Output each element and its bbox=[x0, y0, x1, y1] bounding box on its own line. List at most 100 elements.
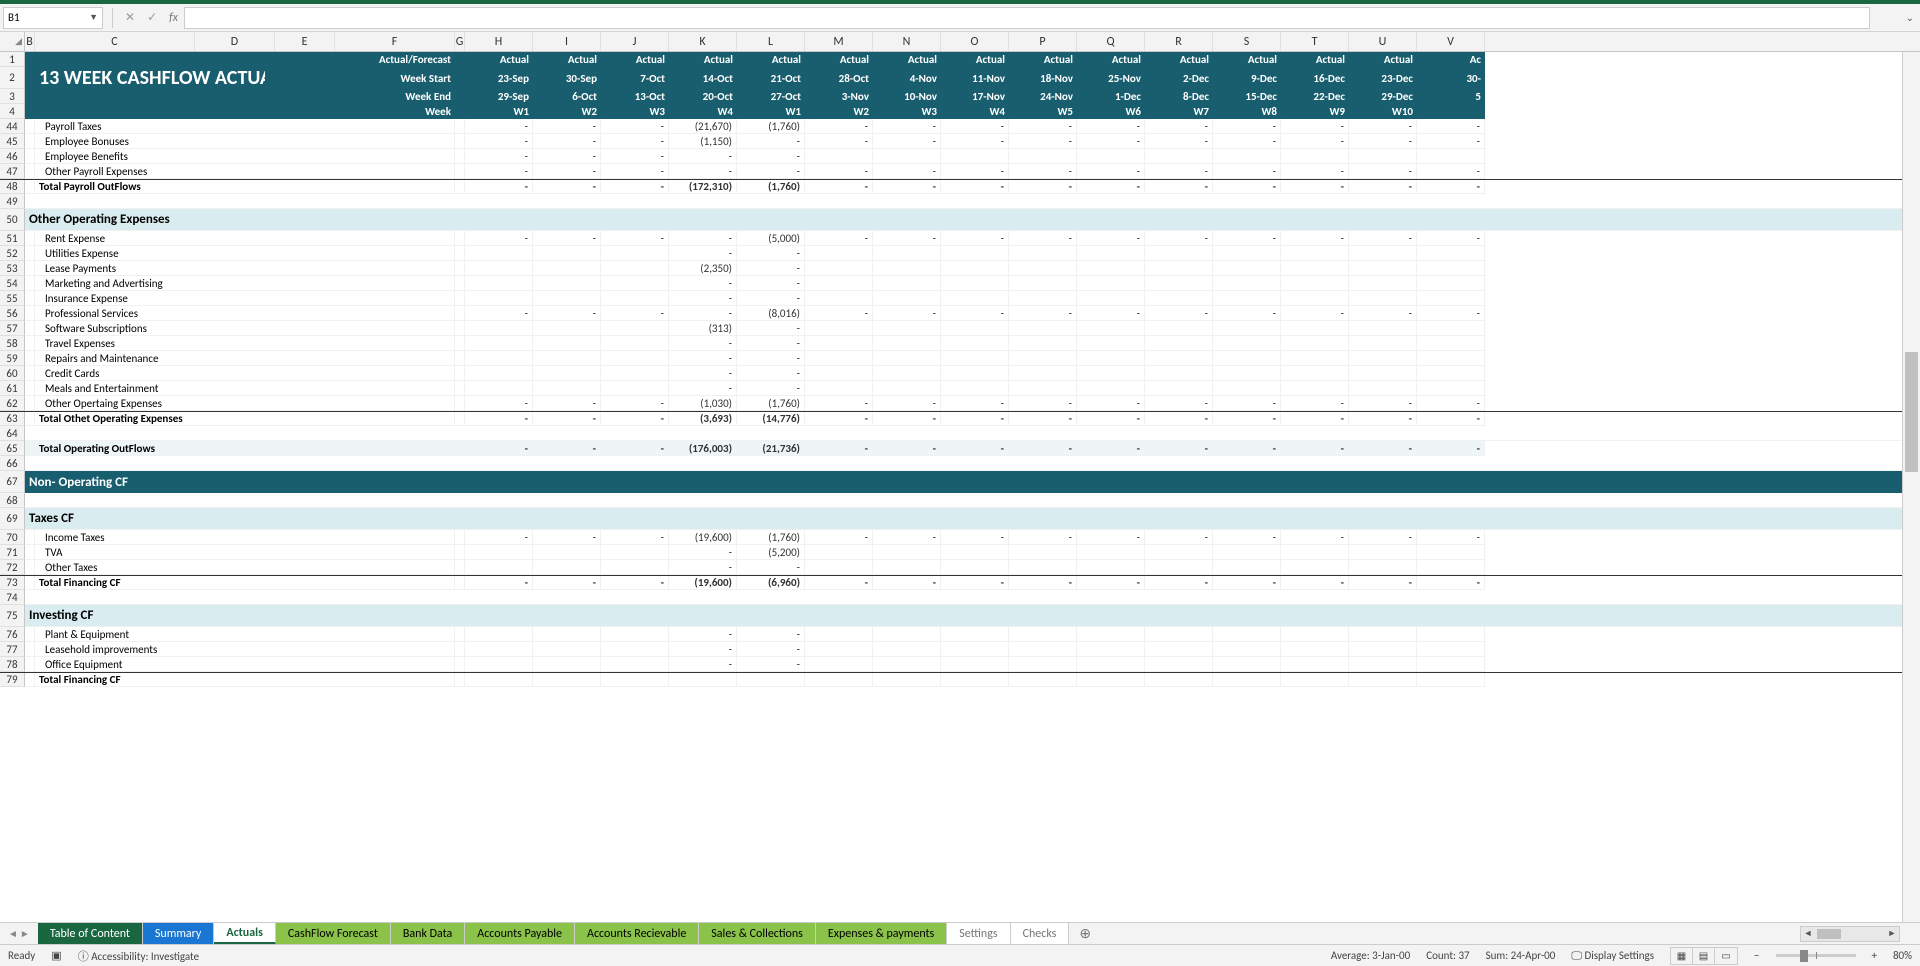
data-cell[interactable]: - bbox=[1281, 396, 1349, 411]
column-header-U[interactable]: U bbox=[1349, 32, 1417, 51]
data-cell[interactable] bbox=[533, 321, 601, 336]
data-cell[interactable] bbox=[1145, 657, 1213, 672]
expand-formula-bar-icon[interactable]: ⌄ bbox=[1906, 11, 1914, 24]
sheet-tab-summary[interactable]: Summary bbox=[143, 923, 214, 944]
row-header-4[interactable]: 4 bbox=[0, 104, 25, 119]
blank-cell[interactable] bbox=[25, 456, 1920, 471]
row-label[interactable]: Payroll Taxes bbox=[35, 119, 455, 134]
data-cell[interactable]: - bbox=[1349, 180, 1417, 194]
data-cell[interactable] bbox=[805, 627, 873, 642]
header-week-start[interactable]: 30-Sep bbox=[533, 67, 601, 89]
data-cell[interactable] bbox=[533, 351, 601, 366]
data-cell[interactable] bbox=[533, 673, 601, 687]
data-cell[interactable]: (313) bbox=[669, 321, 737, 336]
scrollbar-thumb[interactable] bbox=[1905, 352, 1918, 472]
cell[interactable] bbox=[25, 545, 35, 560]
data-cell[interactable]: - bbox=[669, 642, 737, 657]
data-cell[interactable]: - bbox=[737, 351, 805, 366]
add-sheet-button[interactable]: ⊕ bbox=[1069, 925, 1101, 942]
data-cell[interactable] bbox=[1349, 336, 1417, 351]
header-week-end[interactable]: 5 bbox=[1417, 89, 1485, 104]
row-label[interactable]: Rent Expense bbox=[35, 231, 455, 246]
row-header-53[interactable]: 53 bbox=[0, 261, 25, 276]
cell[interactable] bbox=[455, 336, 465, 351]
data-cell[interactable]: - bbox=[1281, 441, 1349, 456]
header-week-end[interactable]: 8-Dec bbox=[1145, 89, 1213, 104]
cell[interactable] bbox=[455, 545, 465, 560]
row-header-67[interactable]: 67 bbox=[0, 471, 25, 493]
data-cell[interactable] bbox=[601, 381, 669, 396]
data-cell[interactable]: (5,200) bbox=[737, 545, 805, 560]
data-cell[interactable]: (21,670) bbox=[669, 119, 737, 134]
data-cell[interactable]: - bbox=[1009, 576, 1077, 590]
column-header-O[interactable]: O bbox=[941, 32, 1009, 51]
data-cell[interactable]: - bbox=[1349, 164, 1417, 179]
data-cell[interactable]: - bbox=[1281, 576, 1349, 590]
data-cell[interactable] bbox=[1145, 627, 1213, 642]
zoom-slider[interactable] bbox=[1776, 954, 1856, 957]
data-cell[interactable] bbox=[601, 366, 669, 381]
row-header-51[interactable]: 51 bbox=[0, 231, 25, 246]
data-cell[interactable]: - bbox=[465, 119, 533, 134]
data-cell[interactable] bbox=[941, 321, 1009, 336]
header-week-wk[interactable]: W6 bbox=[1077, 104, 1145, 119]
data-cell[interactable]: - bbox=[873, 164, 941, 179]
data-cell[interactable] bbox=[1417, 642, 1485, 657]
data-cell[interactable]: - bbox=[533, 134, 601, 149]
data-cell[interactable] bbox=[465, 291, 533, 306]
row-header-78[interactable]: 78 bbox=[0, 657, 25, 672]
row-label[interactable]: Employee Benefits bbox=[35, 149, 455, 164]
data-cell[interactable] bbox=[941, 642, 1009, 657]
data-cell[interactable]: - bbox=[533, 180, 601, 194]
data-cell[interactable] bbox=[533, 560, 601, 575]
header-week-start[interactable]: 21-Oct bbox=[737, 67, 805, 89]
cell[interactable] bbox=[25, 441, 35, 456]
data-cell[interactable]: - bbox=[941, 231, 1009, 246]
header-week-start[interactable]: 2-Dec bbox=[1145, 67, 1213, 89]
data-cell[interactable]: - bbox=[1077, 576, 1145, 590]
data-cell[interactable] bbox=[465, 545, 533, 560]
data-cell[interactable] bbox=[533, 545, 601, 560]
data-cell[interactable]: - bbox=[1417, 530, 1485, 545]
data-cell[interactable]: - bbox=[1417, 231, 1485, 246]
data-cell[interactable]: - bbox=[465, 396, 533, 411]
data-cell[interactable] bbox=[873, 673, 941, 687]
data-cell[interactable] bbox=[465, 276, 533, 291]
data-cell[interactable] bbox=[533, 657, 601, 672]
data-cell[interactable]: - bbox=[669, 276, 737, 291]
data-cell[interactable] bbox=[1145, 261, 1213, 276]
data-cell[interactable] bbox=[1077, 336, 1145, 351]
column-header-G[interactable]: G bbox=[455, 32, 465, 51]
data-cell[interactable]: - bbox=[1145, 412, 1213, 426]
data-cell[interactable] bbox=[465, 336, 533, 351]
data-cell[interactable] bbox=[873, 291, 941, 306]
data-cell[interactable]: - bbox=[669, 560, 737, 575]
data-cell[interactable] bbox=[1281, 246, 1349, 261]
data-cell[interactable] bbox=[1077, 560, 1145, 575]
data-cell[interactable]: - bbox=[1077, 412, 1145, 426]
data-cell[interactable]: - bbox=[465, 231, 533, 246]
cell[interactable] bbox=[25, 246, 35, 261]
blank-cell[interactable] bbox=[25, 426, 1920, 441]
data-cell[interactable]: - bbox=[941, 396, 1009, 411]
data-cell[interactable] bbox=[805, 261, 873, 276]
data-cell[interactable]: - bbox=[805, 441, 873, 456]
header-week-wk[interactable]: W9 bbox=[1281, 104, 1349, 119]
data-cell[interactable] bbox=[1417, 149, 1485, 164]
data-cell[interactable] bbox=[601, 673, 669, 687]
row-label[interactable]: Software Subscriptions bbox=[35, 321, 455, 336]
section-header[interactable]: Taxes CF bbox=[25, 508, 1920, 530]
data-cell[interactable]: - bbox=[1077, 119, 1145, 134]
data-cell[interactable]: - bbox=[737, 291, 805, 306]
row-label[interactable]: Plant & Equipment bbox=[35, 627, 455, 642]
row-header-69[interactable]: 69 bbox=[0, 508, 25, 530]
data-cell[interactable] bbox=[601, 657, 669, 672]
data-cell[interactable] bbox=[1349, 657, 1417, 672]
data-cell[interactable] bbox=[1009, 261, 1077, 276]
data-cell[interactable]: (8,016) bbox=[737, 306, 805, 321]
row-header-66[interactable]: 66 bbox=[0, 456, 25, 471]
row-header-60[interactable]: 60 bbox=[0, 366, 25, 381]
horizontal-scrollbar[interactable]: ◄ ► bbox=[1800, 926, 1900, 942]
data-cell[interactable]: - bbox=[1077, 180, 1145, 194]
data-cell[interactable] bbox=[873, 366, 941, 381]
